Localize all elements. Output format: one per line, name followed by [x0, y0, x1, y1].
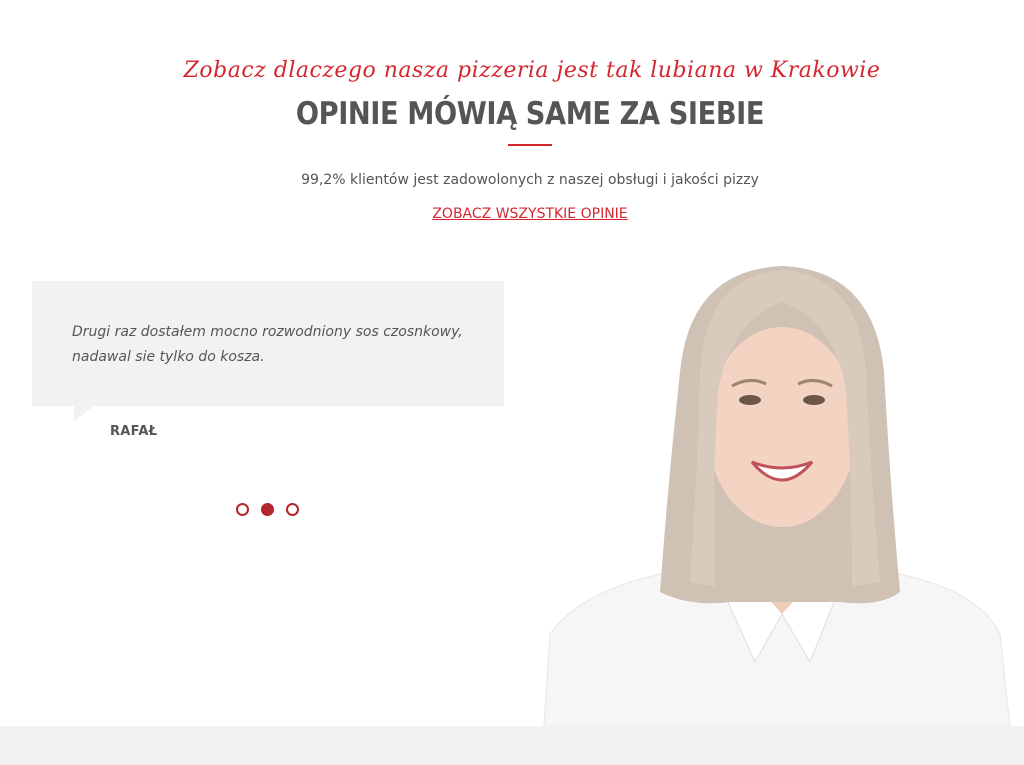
testimonial-author: RAFAŁ — [110, 424, 158, 439]
script-title: Zobacz dlaczego nasza pizzeria jest tak … — [183, 58, 881, 83]
satisfaction-subtitle: 99,2% klientów jest zadowolonych z nasze… — [301, 172, 759, 188]
testimonial-quote-text: Drugi raz dostałem mocno rozwodniony sos… — [72, 324, 463, 365]
right-eye-shape — [803, 395, 825, 405]
slider-pagination — [236, 503, 299, 516]
left-eye-shape — [739, 395, 761, 405]
slider-dot-3[interactable] — [286, 503, 299, 516]
footer-band — [0, 726, 1024, 765]
title-divider — [508, 144, 552, 146]
slider-dot-1[interactable] — [236, 503, 249, 516]
woman-portrait-image — [543, 266, 1011, 726]
page-title: OPINIE MÓWIĄ SAME ZA SIEBIE — [295, 96, 765, 132]
all-reviews-link[interactable]: ZOBACZ WSZYSTKIE OPINIE — [0, 206, 1024, 222]
quote-tail — [74, 406, 94, 421]
testimonial-quote-box: Drugi raz dostałem mocno rozwodniony sos… — [32, 281, 504, 406]
face-shape — [707, 327, 857, 527]
slider-dot-2[interactable] — [261, 503, 274, 516]
